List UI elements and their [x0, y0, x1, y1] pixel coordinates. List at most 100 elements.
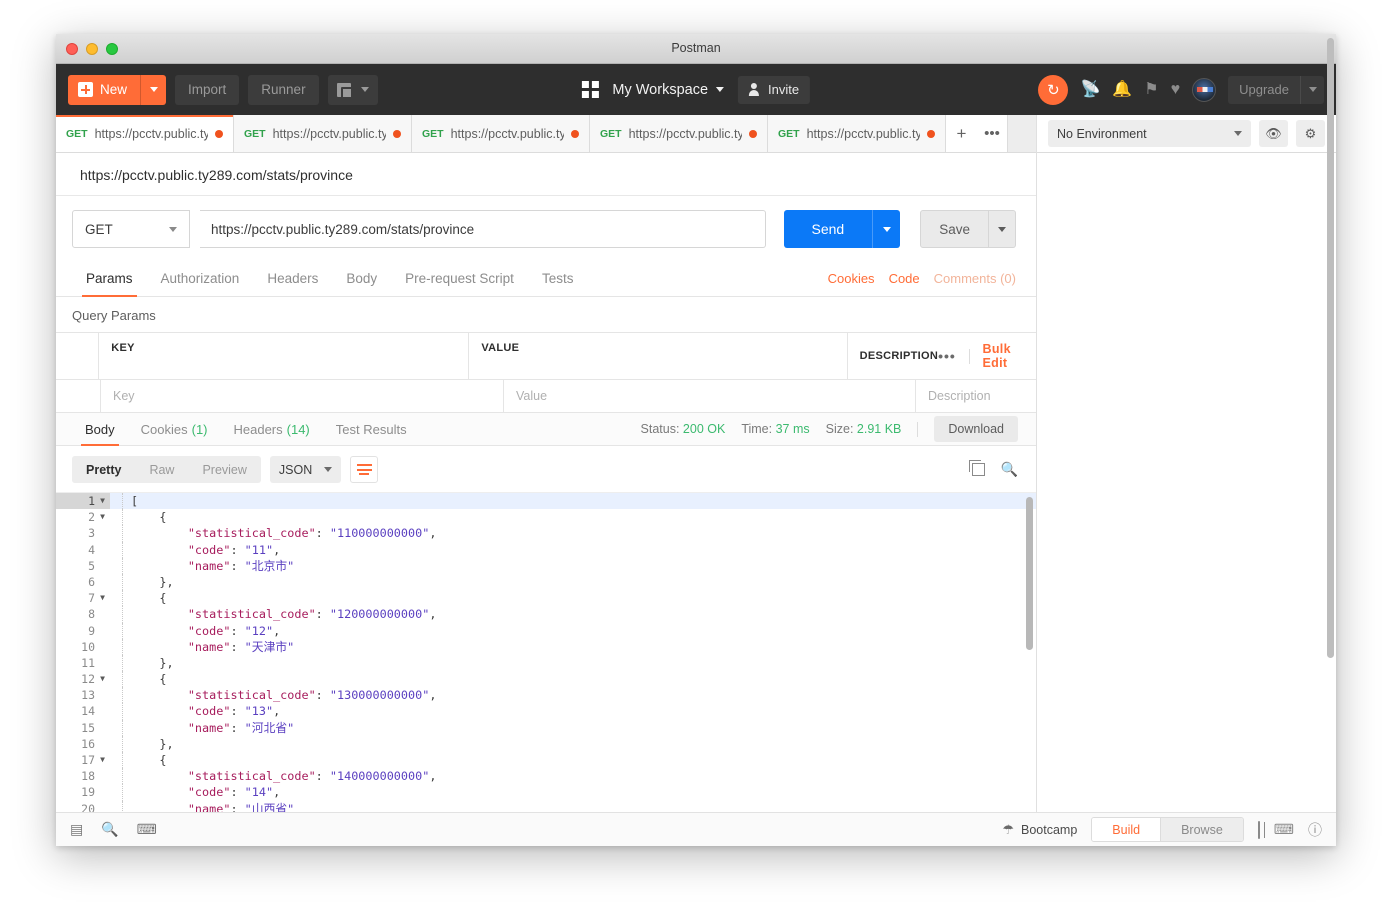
value-input[interactable]: Value: [504, 380, 916, 412]
console-icon[interactable]: ⌨: [137, 821, 157, 838]
page-vertical-scrollbar[interactable]: [1327, 38, 1334, 658]
gear-icon[interactable]: ⚙: [1296, 120, 1325, 147]
save-button[interactable]: Save: [920, 210, 989, 248]
code-line: 7 ▼ {: [56, 590, 1036, 607]
new-tab-button[interactable]: +: [946, 115, 977, 152]
code-line: 17 ▼ {: [56, 752, 1036, 769]
response-tab-cookies[interactable]: Cookies (1): [128, 413, 221, 446]
environment-pane: No Environment 👁 ⚙: [1036, 38, 1336, 812]
code-line-text: "name": "山西省": [187, 801, 295, 812]
bulk-edit-button[interactable]: Bulk Edit: [983, 342, 1024, 370]
fold-toggle-icon[interactable]: ▼: [98, 497, 105, 505]
request-tab-1[interactable]: GET https://pcctv.public.ty28: [56, 115, 234, 152]
fold-toggle-icon[interactable]: ▼: [98, 756, 105, 764]
table-options-button[interactable]: •••: [938, 348, 956, 364]
response-tab-headers[interactable]: Headers (14): [221, 413, 323, 446]
tab-body[interactable]: Body: [332, 261, 391, 297]
url-value: https://pcctv.public.ty289.com/stats/pro…: [211, 221, 475, 237]
grid-icon[interactable]: [581, 81, 599, 98]
tabstrip-more-button[interactable]: •••: [977, 115, 1008, 152]
workspace-dropdown[interactable]: My Workspace: [612, 82, 725, 98]
code-scroll-area[interactable]: 1 ▼ [2 ▼ {3 "statistical_code": "1100000000…: [56, 493, 1036, 812]
response-meta: Status: 200 OK Time: 37 ms Size: 2.91 KB: [641, 416, 1018, 442]
view-mode-raw[interactable]: Raw: [135, 456, 188, 483]
key-input[interactable]: Key: [101, 380, 504, 412]
sync-icon[interactable]: ↻: [1038, 74, 1069, 105]
request-tab-5[interactable]: GET https://pcctv.public.ty28: [768, 115, 946, 152]
bell-icon[interactable]: ⚑: [1144, 81, 1158, 98]
view-mode-preview[interactable]: Preview: [188, 456, 260, 483]
view-mode-pretty[interactable]: Pretty: [72, 456, 136, 483]
response-tab-body[interactable]: Body: [72, 413, 128, 446]
keyboard-shortcuts-icon[interactable]: ⌨: [1274, 821, 1294, 838]
code-line-text: {: [131, 753, 167, 767]
code-link[interactable]: Code: [889, 271, 920, 286]
sidebar-toggle-icon[interactable]: ▤: [70, 821, 83, 838]
upgrade-button[interactable]: Upgrade: [1228, 75, 1324, 104]
method-select[interactable]: GET: [72, 210, 190, 248]
runner-label: Runner: [261, 82, 306, 97]
environment-select[interactable]: No Environment: [1048, 120, 1251, 147]
code-line-text: "name": "天津市": [187, 639, 295, 654]
line-number: 2 ▼: [88, 510, 105, 525]
response-tab-cookies-count: (1): [191, 421, 208, 437]
code-vertical-scrollbar[interactable]: [1026, 497, 1033, 650]
response-tab-test-results[interactable]: Test Results: [323, 413, 420, 446]
new-button[interactable]: New: [68, 74, 167, 105]
format-select[interactable]: JSON: [269, 456, 342, 483]
code-line-text: "code": "13",: [187, 704, 281, 719]
response-view-bar: Pretty Raw Preview JSON 🔍: [56, 446, 1036, 492]
browse-button[interactable]: Browse: [1160, 818, 1243, 841]
upgrade-dropdown-button[interactable]: [1300, 75, 1324, 104]
fold-toggle-icon[interactable]: ▼: [98, 594, 105, 602]
runner-button[interactable]: Runner: [248, 74, 319, 105]
word-wrap-icon[interactable]: [350, 456, 379, 483]
build-button[interactable]: Build: [1092, 818, 1161, 841]
search-icon[interactable]: 🔍: [1001, 461, 1018, 478]
save-dropdown-button[interactable]: [989, 210, 1016, 248]
cookies-link[interactable]: Cookies: [828, 271, 875, 286]
request-tab-4[interactable]: GET https://pcctv.public.ty28: [590, 115, 768, 152]
satellite-icon[interactable]: 📡: [1080, 81, 1100, 98]
find-icon[interactable]: 🔍: [101, 821, 118, 838]
column-value: VALUE: [469, 333, 848, 379]
request-tab-2[interactable]: GET https://pcctv.public.ty28: [234, 115, 412, 152]
tab-params[interactable]: Params: [72, 261, 147, 297]
user-avatar[interactable]: [1192, 77, 1217, 102]
fold-toggle-icon[interactable]: ▼: [98, 675, 105, 683]
status-bar-right: ☂ Bootcamp Build Browse ⌨ ⓘ: [1002, 817, 1322, 842]
two-pane-layout-icon[interactable]: [1257, 820, 1260, 839]
line-number: 10: [81, 639, 95, 654]
tab-pre-request-script[interactable]: Pre-request Script: [391, 261, 528, 297]
url-input[interactable]: https://pcctv.public.ty289.com/stats/pro…: [200, 210, 766, 248]
bootcamp-button[interactable]: ☂ Bootcamp: [1002, 822, 1077, 838]
heart-icon[interactable]: ♥: [1171, 81, 1181, 98]
help-icon[interactable]: ⓘ: [1308, 820, 1322, 840]
request-tab-3[interactable]: GET https://pcctv.public.ty28: [412, 115, 590, 152]
tab-authorization[interactable]: Authorization: [147, 261, 254, 297]
tab-headers[interactable]: Headers: [253, 261, 332, 297]
format-value: JSON: [278, 462, 313, 477]
invite-button[interactable]: Invite: [738, 75, 811, 104]
tab-tests[interactable]: Tests: [528, 261, 588, 297]
new-dropdown-button[interactable]: [140, 74, 166, 105]
send-dropdown-button[interactable]: [872, 210, 901, 248]
new-collection-button[interactable]: [327, 74, 378, 105]
request-pane: GET https://pcctv.public.ty28 GET https:…: [56, 115, 1036, 812]
code-line: 11 },: [56, 654, 1036, 672]
copy-icon[interactable]: [968, 460, 985, 476]
download-button[interactable]: Download: [934, 416, 1018, 442]
request-tab-method: GET: [600, 127, 622, 140]
time-label: Time:: [741, 422, 773, 436]
send-button[interactable]: Send: [783, 210, 873, 248]
import-button[interactable]: Import: [175, 74, 240, 105]
description-placeholder: Description: [928, 389, 991, 403]
eye-icon[interactable]: 👁: [1259, 120, 1288, 147]
unsaved-indicator-icon: [927, 129, 935, 138]
code-line: 5 "name": "北京市": [56, 557, 1036, 574]
description-input[interactable]: Description: [916, 380, 1036, 412]
fold-toggle-icon[interactable]: ▼: [98, 513, 105, 521]
notifications-icon[interactable]: 🔔: [1112, 81, 1132, 98]
row-checkbox-cell[interactable]: [56, 380, 101, 412]
comments-link[interactable]: Comments (0): [934, 271, 1016, 286]
